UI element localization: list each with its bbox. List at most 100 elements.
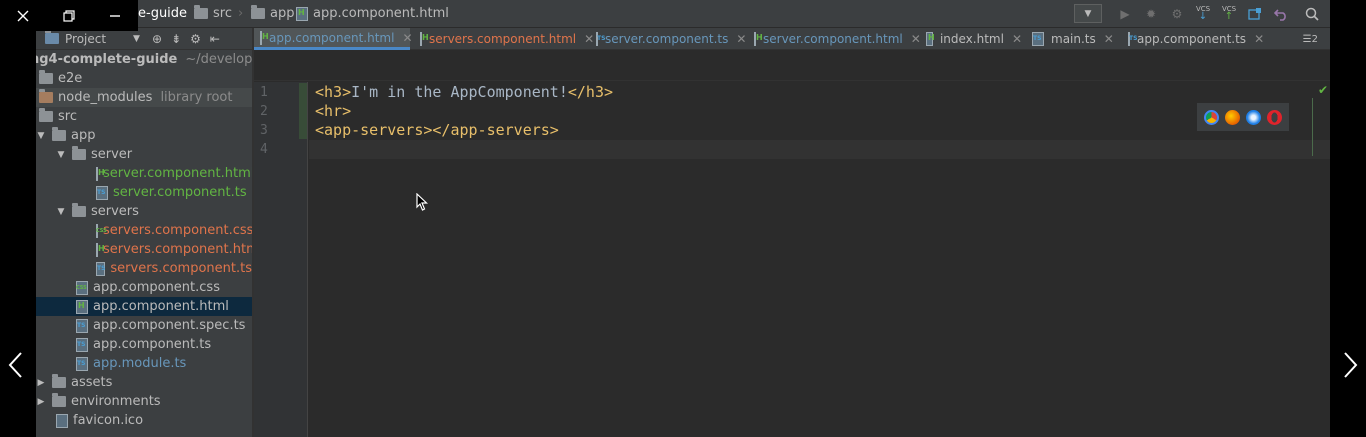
- tab-app-component-html[interactable]: app.component.html ✕: [254, 28, 413, 50]
- tree-item-servers[interactable]: ▼ servers: [36, 202, 252, 221]
- tree-item-favicon[interactable]: favicon.ico: [36, 411, 252, 430]
- close-tab-icon[interactable]: ✕: [736, 32, 746, 46]
- tab-server-component-html[interactable]: server.component.html ✕: [748, 28, 921, 50]
- tree-item-label: servers.component.css: [103, 223, 252, 238]
- ts-file-icon: [76, 337, 88, 352]
- tree-item-label: server.component.ts: [113, 185, 247, 200]
- tree-item-server-component-html[interactable]: server.component.html: [36, 164, 252, 183]
- code-tag: <hr>: [315, 102, 352, 120]
- tab-label: servers.component.html: [429, 32, 577, 46]
- ts-file-icon: [76, 318, 88, 333]
- line-number: 3: [260, 123, 268, 138]
- tree-item-app-component-css[interactable]: app.component.css: [36, 278, 252, 297]
- tab-index-html[interactable]: index.html ✕: [920, 28, 1022, 50]
- project-panel-tools: ⊕ ⇟ ⚙ ⇤: [152, 32, 220, 46]
- tree-item-app-module-ts[interactable]: app.module.ts: [36, 354, 252, 373]
- crosshair-icon[interactable]: ⊕: [152, 32, 162, 46]
- html-file-icon: [96, 242, 105, 257]
- restore-button[interactable]: [46, 0, 92, 31]
- tabs-overflow-button[interactable]: ☰ 2: [1303, 28, 1318, 50]
- vcs-update-button[interactable]: VCS ↓: [1190, 0, 1216, 27]
- next-arrow[interactable]: [1336, 345, 1366, 385]
- search-button[interactable]: [1294, 0, 1330, 27]
- right-margin-guide: [1312, 98, 1313, 156]
- tree-item-servers-component-css[interactable]: servers.component.css: [36, 221, 252, 240]
- tree-root[interactable]: ng4-complete-guide ~/developme: [36, 50, 252, 69]
- tree-item-servers-component-html[interactable]: servers.component.html: [36, 240, 252, 259]
- vcs-history-button[interactable]: [1242, 0, 1268, 27]
- breadcrumb-file[interactable]: app.component.html: [296, 0, 449, 27]
- chevron-down-icon[interactable]: ▼: [133, 34, 140, 44]
- debug-button[interactable]: ✹: [1138, 0, 1164, 27]
- tab-server-component-ts[interactable]: server.component.ts ✕: [590, 28, 746, 50]
- tree-item-label: server: [91, 147, 133, 162]
- inspection-ok-icon[interactable]: ✔: [1318, 83, 1328, 97]
- run-button[interactable]: ▶: [1112, 0, 1138, 27]
- minimize-icon: [110, 14, 120, 17]
- revert-button[interactable]: [1268, 0, 1294, 27]
- tree-item-servers-component-ts[interactable]: servers.component.ts: [36, 259, 252, 278]
- expanded-arrow-icon[interactable]: ▼: [36, 131, 46, 141]
- minimize-button[interactable]: [92, 0, 138, 31]
- undo-icon: [1274, 8, 1286, 21]
- change-marker[interactable]: [299, 83, 307, 139]
- collapse-all-icon[interactable]: ⇟: [171, 32, 181, 46]
- library-folder-icon: [39, 89, 53, 103]
- tree-item-assets[interactable]: ▶ assets: [36, 373, 252, 392]
- code-text: I'm in the AppComponent!: [351, 83, 568, 101]
- tree-item-label: server.component.html: [103, 166, 252, 181]
- close-button[interactable]: [0, 0, 46, 31]
- tree-item-server-component-ts[interactable]: server.component.ts: [36, 183, 252, 202]
- close-tab-icon[interactable]: ✕: [1012, 32, 1022, 46]
- ts-file-icon: [1128, 32, 1137, 46]
- close-tab-icon[interactable]: ✕: [402, 31, 412, 45]
- tree-item-app-component-spec-ts[interactable]: app.component.spec.ts: [36, 316, 252, 335]
- hide-panel-icon[interactable]: ⇤: [210, 32, 220, 46]
- close-tab-icon[interactable]: ✕: [1104, 32, 1114, 46]
- project-panel-header[interactable]: Project ▼ ⊕ ⇟ ⚙ ⇤: [36, 28, 252, 50]
- folder-icon: [72, 146, 86, 160]
- tab-app-component-ts[interactable]: app.component.ts ✕: [1122, 28, 1264, 50]
- code-editor[interactable]: ✔ 1 2 3 4 <h3>I'm in the AppComponent!</…: [254, 50, 1330, 437]
- expanded-arrow-icon[interactable]: ▼: [56, 150, 66, 160]
- code-line-3: <app-servers></app-servers>: [315, 121, 559, 140]
- opera-icon[interactable]: [1267, 109, 1282, 125]
- collapsed-arrow-icon[interactable]: ▶: [36, 397, 46, 407]
- tree-root-path: ~/developme: [185, 52, 252, 67]
- tab-servers-component-html[interactable]: servers.component.html ✕: [414, 28, 594, 50]
- tree-item-server[interactable]: ▼ server: [36, 145, 252, 164]
- firefox-icon[interactable]: [1225, 109, 1240, 125]
- vcs-commit-button[interactable]: VCS ↑: [1216, 0, 1242, 27]
- close-tab-icon[interactable]: ✕: [1254, 32, 1264, 46]
- coverage-button[interactable]: ⚙: [1164, 0, 1190, 27]
- tree-item-app[interactable]: ▼ app: [36, 126, 252, 145]
- window-controls: [0, 0, 138, 31]
- tree-item-label: node_modules: [58, 90, 153, 105]
- tree-item-src[interactable]: src: [36, 107, 252, 126]
- safari-icon[interactable]: [1246, 109, 1261, 125]
- browser-preview-popup: [1197, 103, 1289, 131]
- tree-item-app-component-ts[interactable]: app.component.ts: [36, 335, 252, 354]
- tab-label: server.component.html: [763, 32, 903, 46]
- gear-icon[interactable]: ⚙: [190, 32, 201, 46]
- tab-main-ts[interactable]: main.ts ✕: [1026, 28, 1118, 50]
- tree-item-e2e[interactable]: e2e: [36, 69, 252, 88]
- ide-window: e-guide › src › app › app.component.html…: [36, 0, 1330, 437]
- previous-arrow[interactable]: [0, 345, 30, 385]
- breadcrumb-project-label: e-guide: [138, 6, 188, 21]
- ts-file-icon: [96, 261, 106, 276]
- expanded-arrow-icon[interactable]: ▼: [56, 207, 66, 217]
- chrome-icon[interactable]: [1204, 109, 1219, 125]
- close-icon: [17, 10, 29, 21]
- run-config-dropdown[interactable]: ▼: [1074, 4, 1102, 23]
- collapsed-arrow-icon[interactable]: ▶: [36, 378, 46, 388]
- tree-item-app-component-html[interactable]: app.component.html: [36, 297, 252, 316]
- tree-item-environments[interactable]: ▶ environments: [36, 392, 252, 411]
- editor-tabs: app.component.html ✕ servers.component.h…: [254, 28, 1330, 50]
- breadcrumb-project[interactable]: e-guide ›: [138, 0, 198, 27]
- html-file-icon: [420, 32, 429, 46]
- folder-icon: [251, 5, 265, 19]
- mouse-pointer-icon: [416, 192, 429, 215]
- tree-item-node-modules[interactable]: node_modules library root: [36, 88, 252, 107]
- breadcrumb-src[interactable]: src ›: [194, 0, 243, 27]
